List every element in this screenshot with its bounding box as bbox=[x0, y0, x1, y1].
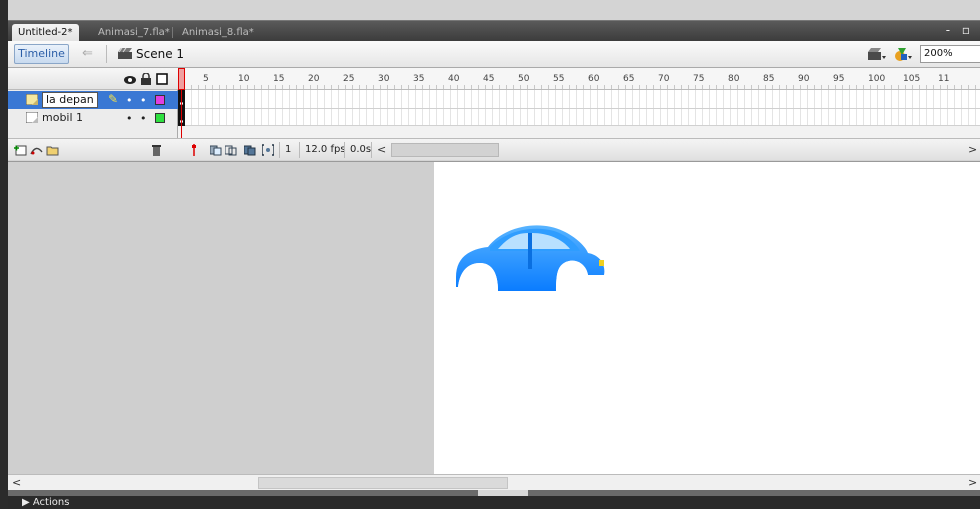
tab-animasi-8[interactable]: Animasi_8.fla* bbox=[176, 24, 260, 42]
tab-label: Animasi_8.fla* bbox=[182, 27, 254, 38]
window-controls[interactable]: - ▫ bbox=[946, 23, 974, 37]
layer-icon bbox=[26, 94, 38, 105]
ruler-tick: 11 bbox=[938, 74, 950, 84]
layer-tools bbox=[8, 138, 178, 160]
back-arrow-icon[interactable]: ⇐ bbox=[82, 46, 93, 61]
scroll-left-arrow-icon[interactable]: < bbox=[377, 143, 386, 156]
scroll-left-arrow-icon[interactable]: < bbox=[12, 476, 21, 489]
scroll-right-arrow-icon[interactable]: > bbox=[968, 143, 977, 156]
timeline-status-bar: 1 12.0 fps 0.0s < > bbox=[178, 138, 980, 160]
tab-animasi-7[interactable]: Animasi_7.fla* bbox=[92, 24, 176, 42]
ruler-tick: 35 bbox=[413, 74, 425, 84]
row-divider bbox=[178, 108, 980, 109]
ruler-tick: 30 bbox=[378, 74, 390, 84]
pasteboard bbox=[8, 161, 980, 475]
car-drawing[interactable] bbox=[448, 217, 608, 297]
ruler-tick: 90 bbox=[798, 74, 810, 84]
onion-markers-icon[interactable] bbox=[262, 144, 274, 156]
window-frame bbox=[0, 0, 8, 509]
outline-icon[interactable] bbox=[156, 73, 168, 85]
frame-rate[interactable]: 12.0 fps bbox=[305, 144, 346, 155]
layer-outline-swatch[interactable] bbox=[155, 113, 165, 123]
separator bbox=[344, 142, 345, 158]
ruler-tick: 60 bbox=[588, 74, 600, 84]
elapsed-time: 0.0s bbox=[350, 144, 372, 155]
separator bbox=[371, 142, 372, 158]
layer-row-la-depan[interactable]: la depan ✎ • • bbox=[8, 91, 178, 109]
ruler-tick: 70 bbox=[658, 74, 670, 84]
ruler-tick: 45 bbox=[483, 74, 495, 84]
frame-ruler[interactable]: 5 10 15 20 25 30 35 40 45 50 55 60 65 70 75 80 85 90 95 100… bbox=[178, 68, 980, 90]
ruler-tick: 85 bbox=[763, 74, 775, 84]
scroll-right-arrow-icon[interactable]: > bbox=[968, 476, 977, 489]
frame-grid[interactable] bbox=[178, 90, 980, 126]
ruler-tick: 95 bbox=[833, 74, 845, 84]
lock-icon[interactable] bbox=[140, 73, 152, 85]
edit-symbols-icon[interactable] bbox=[894, 46, 912, 62]
layer-header bbox=[8, 68, 178, 90]
timeline-scrollbar-thumb[interactable] bbox=[391, 143, 499, 157]
playhead[interactable] bbox=[178, 68, 185, 90]
edit-multiple-frames-icon[interactable] bbox=[244, 144, 256, 156]
tab-separator bbox=[172, 27, 173, 38]
scene-icon bbox=[118, 48, 132, 59]
timeline-panel: la depan ✎ • • mobil 1 • • 5 10 15 20 25… bbox=[8, 68, 980, 160]
ruler-tick: 50 bbox=[518, 74, 530, 84]
visibility-dot[interactable]: • bbox=[126, 94, 133, 107]
ruler-tick: 25 bbox=[343, 74, 355, 84]
stage-scrollbar-thumb[interactable] bbox=[258, 477, 508, 489]
ruler-tick: 55 bbox=[553, 74, 565, 84]
layer-name[interactable]: mobil 1 bbox=[42, 111, 83, 124]
stage-canvas[interactable] bbox=[434, 162, 980, 475]
zoom-input[interactable]: 200% bbox=[920, 45, 980, 63]
edit-bar: Timeline ⇐ Scene 1 200% bbox=[8, 41, 980, 68]
trash-icon[interactable] bbox=[150, 144, 163, 156]
layer-outline-swatch[interactable] bbox=[155, 95, 165, 105]
layer-name[interactable]: la depan bbox=[42, 92, 98, 108]
separator bbox=[106, 45, 107, 63]
ruler-tick: 10 bbox=[238, 74, 250, 84]
separator bbox=[279, 142, 280, 158]
lock-dot[interactable]: • bbox=[140, 94, 147, 107]
ruler-tick: 20 bbox=[308, 74, 320, 84]
actions-title: Actions bbox=[32, 497, 70, 508]
ruler-tick: 105 bbox=[903, 74, 921, 84]
ruler-tick: 100 bbox=[868, 74, 886, 84]
new-layer-icon[interactable] bbox=[14, 144, 27, 156]
ruler-tick: 80 bbox=[728, 74, 740, 84]
scene-breadcrumb[interactable]: Scene 1 bbox=[136, 47, 184, 61]
onion-skin-icon[interactable] bbox=[210, 144, 222, 156]
layer-icon bbox=[26, 112, 38, 123]
ruler-tick: 40 bbox=[448, 74, 460, 84]
edit-scene-icon[interactable] bbox=[868, 47, 886, 61]
new-folder-icon[interactable] bbox=[46, 144, 59, 156]
ruler-tick: 75 bbox=[693, 74, 705, 84]
flash-window: Untitled-2* Animasi_7.fla* Animasi_8.fla… bbox=[0, 0, 980, 509]
actions-label: ▶ Actions bbox=[22, 497, 70, 508]
timeline-toggle-button[interactable]: Timeline bbox=[14, 44, 69, 64]
tab-label: Animasi_7.fla* bbox=[98, 27, 170, 38]
center-frame-icon[interactable] bbox=[188, 144, 200, 156]
current-frame: 1 bbox=[285, 144, 292, 155]
pencil-icon: ✎ bbox=[108, 92, 119, 106]
lock-dot[interactable]: • bbox=[140, 112, 147, 125]
document-tabbar: Untitled-2* Animasi_7.fla* Animasi_8.fla… bbox=[8, 20, 980, 42]
stage-horizontal-scrollbar[interactable]: < > bbox=[8, 474, 980, 490]
layer-list: la depan ✎ • • mobil 1 • • bbox=[8, 68, 178, 160]
eye-icon[interactable] bbox=[124, 73, 136, 85]
layer-row-mobil-1[interactable]: mobil 1 • • bbox=[8, 109, 178, 127]
onion-outlines-icon[interactable] bbox=[225, 144, 237, 156]
ruler-tick: 65 bbox=[623, 74, 635, 84]
ruler-tick: 5 bbox=[203, 74, 209, 84]
separator bbox=[299, 142, 300, 158]
row-divider bbox=[178, 125, 980, 126]
tab-untitled-2[interactable]: Untitled-2* bbox=[12, 24, 79, 42]
frame-area: 5 10 15 20 25 30 35 40 45 50 55 60 65 70 75 80 85 90 95 100… bbox=[178, 68, 980, 160]
visibility-dot[interactable]: • bbox=[126, 112, 133, 125]
tab-label: Untitled-2* bbox=[18, 27, 73, 38]
actions-panel-header[interactable]: ▶ Actions bbox=[8, 496, 980, 509]
motion-guide-icon[interactable] bbox=[30, 144, 43, 156]
ruler-tick: 15 bbox=[273, 74, 285, 84]
